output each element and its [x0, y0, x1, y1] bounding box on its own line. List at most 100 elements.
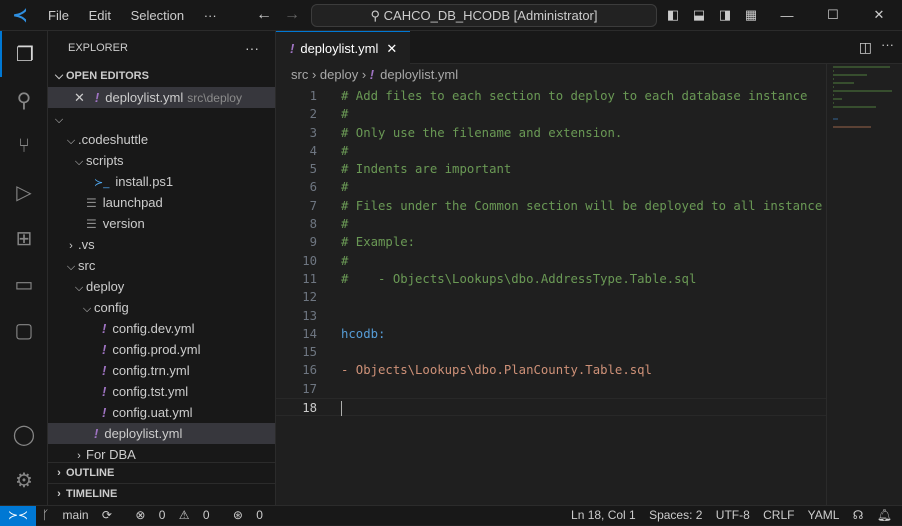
code-line: 4 #	[276, 142, 826, 160]
forward-arrow-icon[interactable]: →	[284, 6, 300, 23]
tree-item[interactable]: ⌵ config	[48, 297, 275, 318]
breadcrumb-deploy[interactable]: deploy	[320, 67, 358, 82]
code-editor[interactable]: 1 # Add files to each section to deploy t…	[276, 87, 826, 417]
cursor-position[interactable]: Ln 18, Col 1	[571, 508, 636, 522]
editor-tabs: ! deploylist.yml ✕ ◫ ···	[276, 31, 902, 65]
tree-item[interactable]: ! config.trn.yml	[48, 360, 275, 381]
tree-item[interactable]: ⌵ .codeshuttle	[48, 129, 275, 150]
minimap-line	[833, 70, 834, 72]
workspace-folder-header[interactable]: ⌵	[48, 108, 275, 129]
line-text: # Example:	[341, 235, 416, 250]
close-window-button[interactable]: ✕	[856, 7, 902, 23]
language-mode[interactable]: YAML	[808, 508, 840, 522]
status-bar: ≻≺ ᚴ main ⟳ ⊗ 0 ⚠ 0 ⊛ 0 Ln 18, Col 1 Spa…	[0, 505, 902, 526]
settings-gear-icon[interactable]: ⚙	[0, 457, 48, 503]
explorer-icon[interactable]: ❐	[0, 31, 48, 77]
editor-more-button[interactable]: ···	[881, 37, 894, 52]
tree-item-label: For DBA	[86, 447, 136, 462]
tree-item[interactable]: ☰ launchpad	[48, 192, 275, 213]
toggle-primary-sidebar-icon[interactable]: ◧	[660, 7, 686, 23]
split-editor-icon[interactable]: ◫	[859, 39, 872, 56]
line-text: - Objects\Lookups\dbo.PlanCounty.Table.s…	[341, 363, 652, 378]
minimap-line	[833, 94, 834, 96]
tree-item[interactable]: ! config.dev.yml	[48, 318, 275, 339]
branch-status[interactable]: ᚴ main ⟳	[42, 508, 122, 522]
open-editor-path: src\deploy	[187, 91, 242, 105]
yaml-file-icon: !	[102, 321, 107, 336]
open-editors-header[interactable]: ⌵ OPEN EDITORS	[48, 66, 275, 87]
close-icon[interactable]: ✕	[74, 90, 85, 105]
copilot-icon[interactable]: ☊	[853, 508, 864, 522]
tree-item[interactable]: ⌵ src	[48, 255, 275, 276]
remote-indicator-icon[interactable]: ≻≺	[0, 506, 36, 526]
source-control-icon[interactable]: ⑂	[0, 123, 48, 169]
search-icon[interactable]: ⚲	[0, 77, 48, 123]
minimize-button[interactable]: —	[764, 8, 810, 23]
toggle-panel-icon[interactable]: ⬓	[686, 7, 712, 23]
explorer-more-button[interactable]: ···	[245, 31, 259, 66]
menu-more[interactable]: ···	[204, 8, 217, 23]
problems-status[interactable]: ⊗ 0 ⚠ 0	[135, 508, 219, 522]
tab-deploylist[interactable]: ! deploylist.yml ✕	[276, 31, 410, 65]
line-number: 2	[309, 107, 317, 122]
account-icon[interactable]: ◯	[0, 411, 48, 457]
tree-item[interactable]: ! deploylist.yml	[48, 423, 275, 444]
code-line: 17	[276, 380, 826, 398]
tree-item-label: config	[94, 300, 129, 315]
encoding[interactable]: UTF-8	[716, 508, 750, 522]
tree-item-label: config.uat.yml	[112, 405, 193, 420]
tree-item-label: config.trn.yml	[112, 363, 190, 378]
minimap-line	[833, 74, 868, 76]
code-line: 15	[276, 343, 826, 361]
breadcrumb-src[interactable]: src	[291, 67, 308, 82]
tree-item[interactable]: ! config.prod.yml	[48, 339, 275, 360]
tree-item[interactable]: ! config.tst.yml	[48, 381, 275, 402]
vscode-logo-icon: ≺	[12, 4, 28, 25]
indentation[interactable]: Spaces: 2	[649, 508, 702, 522]
outline-header[interactable]: › OUTLINE	[48, 463, 276, 484]
tree-item[interactable]: ! config.uat.yml	[48, 402, 275, 423]
notifications-bell-icon[interactable]: 🔔︎	[877, 508, 892, 522]
open-editor-item[interactable]: ✕! deploylist.yml src\deploy	[48, 87, 275, 108]
menu-selection[interactable]: Selection	[131, 8, 184, 23]
minimap[interactable]	[826, 64, 902, 505]
sync-icon[interactable]: ⟳	[102, 508, 112, 522]
explorer-sidebar: EXPLORER ··· ⌵ OPEN EDITORS ✕! deploylist.y…	[48, 31, 276, 505]
menu-edit[interactable]: Edit	[89, 8, 111, 23]
remote-explorer-icon[interactable]: ▭	[0, 261, 48, 307]
line-ending[interactable]: CRLF	[763, 508, 794, 522]
line-text: # Files under the Common section will be…	[341, 198, 823, 213]
minimap-line	[833, 126, 871, 128]
tree-item[interactable]: › .vs	[48, 234, 275, 255]
tree-item-label: install.ps1	[115, 174, 174, 189]
line-number: 13	[302, 308, 317, 323]
tree-item[interactable]: ☰ version	[48, 213, 275, 234]
title-bar: ≺ File Edit Selection ··· ← → ⚲ CAHCO_DB_…	[0, 0, 902, 31]
line-number: 17	[302, 381, 317, 396]
ports-status[interactable]: ⊛ 0	[233, 508, 273, 522]
git-branch-icon: ᚴ	[42, 508, 53, 522]
yaml-file-icon: !	[102, 363, 107, 378]
tree-item[interactable]: ≻_ install.ps1	[48, 171, 275, 192]
chevron-down-icon: ⌵	[54, 114, 64, 126]
extensions-icon[interactable]: ⊞	[0, 215, 48, 261]
run-debug-icon[interactable]: ▷	[0, 169, 48, 215]
line-number: 5	[309, 162, 317, 177]
back-arrow-icon[interactable]: ←	[256, 6, 272, 23]
command-center-search[interactable]: ⚲ CAHCO_DB_HCODB [Administrator]	[311, 4, 657, 27]
close-tab-icon[interactable]: ✕	[386, 41, 397, 56]
line-text: #	[341, 107, 349, 122]
chevron-down-icon: ⌵	[66, 135, 76, 147]
tree-item[interactable]: ⌵ scripts	[48, 150, 275, 171]
customize-layout-icon[interactable]: ▦	[738, 7, 764, 23]
line-text: #	[341, 180, 349, 195]
breadcrumb-file[interactable]: deploylist.yml	[380, 67, 458, 82]
timeline-header[interactable]: › TIMELINE	[48, 484, 276, 505]
chat-icon[interactable]: ▢	[0, 307, 48, 353]
line-text: hcodb:	[341, 326, 386, 341]
tree-item[interactable]: ⌵ deploy	[48, 276, 275, 297]
line-text: #	[341, 217, 349, 232]
maximize-button[interactable]: ☐	[810, 7, 856, 23]
menu-file[interactable]: File	[48, 8, 69, 23]
toggle-secondary-sidebar-icon[interactable]: ◨	[712, 7, 738, 23]
